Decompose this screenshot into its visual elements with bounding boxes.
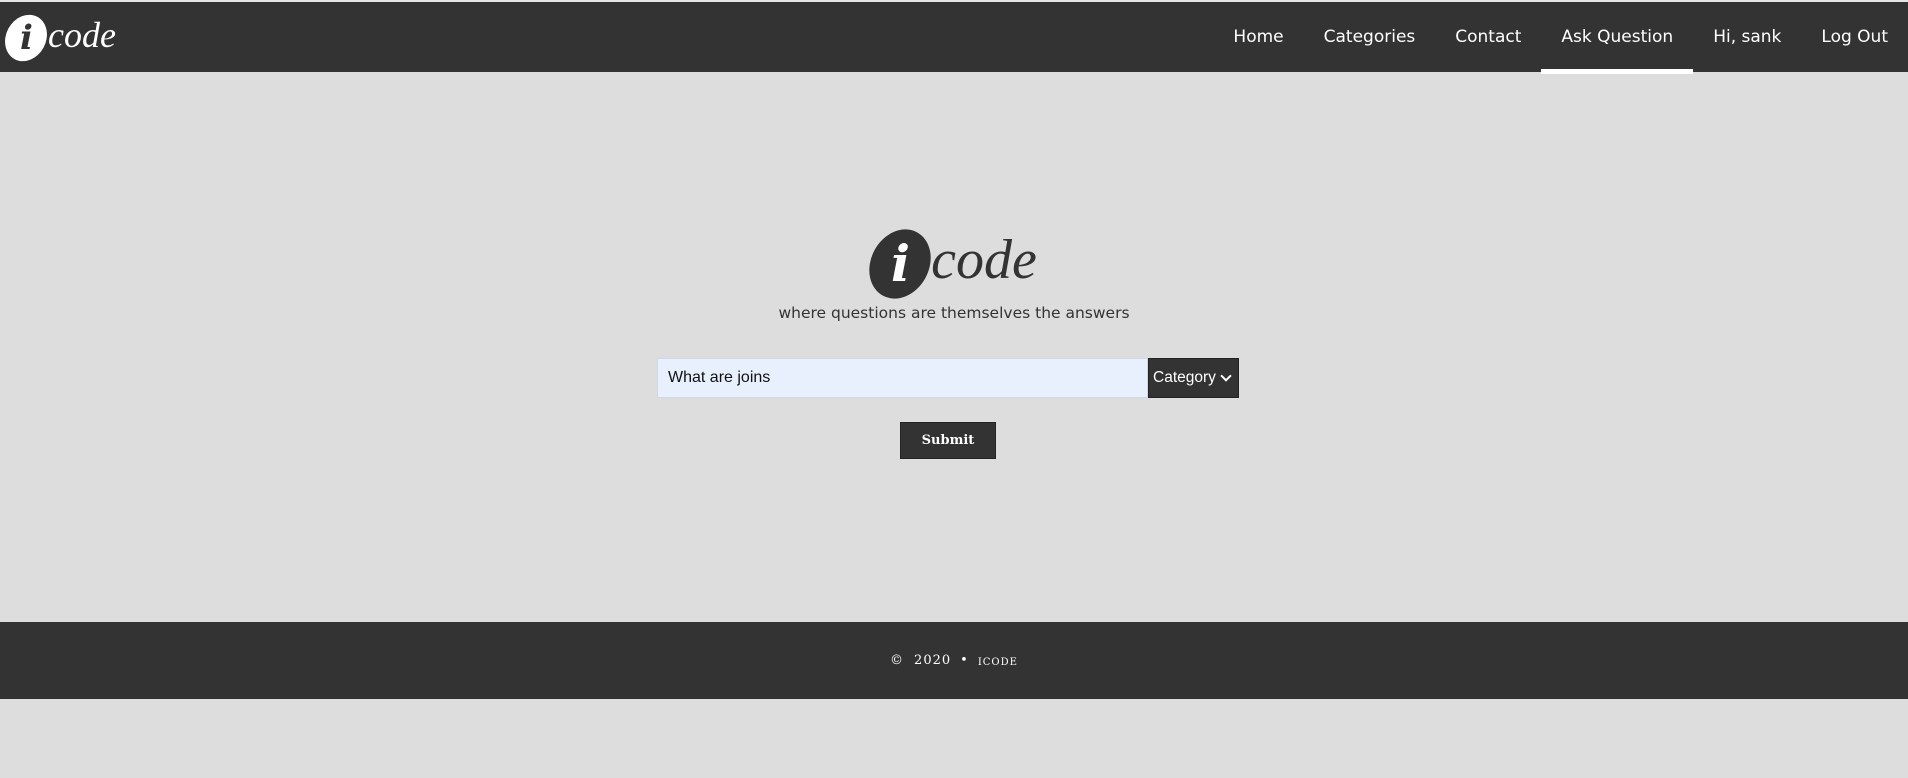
footer-brand: icode	[977, 652, 1018, 669]
hero: i code where questions are themselves th…	[0, 218, 1908, 322]
brand-logo[interactable]: i code	[0, 7, 116, 69]
submit-button[interactable]: Submit	[900, 422, 996, 459]
copyright-symbol: ©	[890, 653, 905, 668]
hero-logo-text: code	[931, 229, 1037, 291]
nav-log-out[interactable]: Log Out	[1801, 2, 1908, 72]
question-input[interactable]	[657, 358, 1148, 398]
hero-logo: i code	[857, 218, 1037, 310]
footer-separator: •	[960, 653, 969, 668]
category-select-value: Category	[1153, 369, 1216, 386]
copyright-year: 2020	[914, 653, 952, 668]
chevron-down-icon	[1220, 370, 1232, 382]
ask-question-form: Category	[657, 358, 1239, 398]
nav-contact[interactable]: Contact	[1435, 2, 1541, 72]
hero-logo-mark: i	[857, 218, 943, 310]
nav-user-greeting[interactable]: Hi, sank	[1693, 2, 1801, 72]
hero-logo-letter: i	[890, 234, 910, 293]
category-select[interactable]: Category	[1148, 358, 1239, 398]
brand-logo-mark: i	[0, 7, 55, 69]
footer: © 2020 • icode	[0, 622, 1908, 699]
nav-ask-question[interactable]: Ask Question	[1541, 2, 1693, 74]
top-navbar: i code Home Categories Contact Ask Quest…	[0, 0, 1908, 74]
brand-logo-letter: i	[19, 17, 33, 58]
nav-categories[interactable]: Categories	[1304, 2, 1436, 72]
main-nav: Home Categories Contact Ask Question Hi,…	[1213, 2, 1908, 74]
brand-logo-text: code	[48, 15, 116, 55]
nav-home[interactable]: Home	[1213, 2, 1303, 72]
tagline: where questions are themselves the answe…	[778, 304, 1130, 322]
